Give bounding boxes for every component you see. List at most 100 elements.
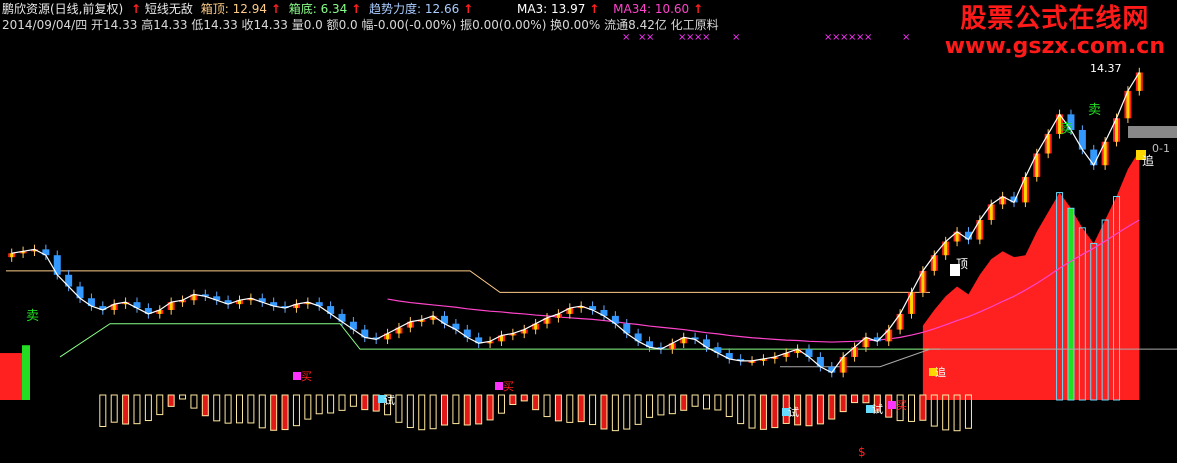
volume-bar bbox=[441, 394, 449, 426]
trend-bar bbox=[1067, 207, 1075, 401]
volume-bar bbox=[805, 394, 813, 427]
cross-marker: × bbox=[864, 32, 872, 43]
candle-highlight bbox=[10, 253, 14, 258]
right-gray-box bbox=[1128, 126, 1177, 138]
volume-bar bbox=[816, 394, 824, 425]
buy-marker bbox=[888, 401, 896, 409]
cross-marker: × bbox=[732, 32, 740, 43]
volume-bar bbox=[748, 394, 756, 429]
cross-marker: × bbox=[902, 32, 910, 43]
volume-bar bbox=[828, 394, 836, 420]
candle-highlight bbox=[1023, 176, 1027, 203]
buy-marker bbox=[495, 382, 503, 390]
volume-bar bbox=[406, 394, 414, 429]
volume-bar bbox=[418, 394, 426, 431]
try-signal-label: 试 bbox=[872, 403, 883, 416]
volume-bar bbox=[919, 394, 927, 421]
volume-bar bbox=[634, 394, 642, 425]
box-top-arrow-icon: ↑ bbox=[270, 2, 281, 16]
volume-bar bbox=[759, 394, 767, 430]
volume-bar bbox=[156, 394, 164, 416]
volume-bar bbox=[281, 394, 289, 431]
volume-bar bbox=[315, 394, 323, 415]
cross-marker: × bbox=[622, 32, 630, 43]
volume-bar bbox=[623, 394, 631, 430]
candle-highlight bbox=[1126, 90, 1130, 119]
volume-bar bbox=[292, 394, 300, 427]
volume-bar bbox=[99, 394, 107, 427]
trend-value: 12.66 bbox=[424, 2, 460, 16]
ma34-arrow-icon: ↑ bbox=[693, 2, 704, 16]
volume-bar bbox=[452, 394, 460, 425]
watermark-url: www.gszx.com.cn bbox=[944, 34, 1165, 59]
volume-bar bbox=[327, 394, 335, 414]
volume-bar bbox=[691, 394, 699, 407]
indicator-arrow-icon: ↑ bbox=[131, 2, 142, 16]
volume-bar bbox=[349, 394, 357, 407]
try-signal-label: 试 bbox=[384, 394, 395, 407]
ma34-label: MA34: bbox=[613, 2, 651, 16]
box-bottom-label: 箱底: bbox=[288, 2, 317, 16]
indicator-header: 鹏欣资源(日线,前复权) ↑ 短线无敌 箱顶: 12.94 ↑ 箱底: 6.34… bbox=[2, 2, 707, 16]
box-top-value: 12.94 bbox=[232, 2, 267, 16]
buy-marker bbox=[293, 372, 301, 380]
ma34-value: 10.60 bbox=[654, 2, 690, 16]
volume-bar bbox=[566, 394, 574, 423]
volume-bar bbox=[486, 394, 494, 421]
volume-bar bbox=[600, 394, 608, 430]
volume-bar bbox=[532, 394, 540, 411]
volume-bar bbox=[247, 394, 255, 424]
sell-signal-label: 卖 bbox=[1088, 103, 1101, 118]
volume-bar bbox=[862, 394, 870, 404]
volume-bar bbox=[133, 394, 141, 425]
ma3-value: 13.97 bbox=[551, 2, 586, 16]
right-axis-tick: 0-1 bbox=[1152, 142, 1170, 155]
volume-bar bbox=[122, 394, 130, 425]
stock-title: 鹏欣资源(日线,前复权) bbox=[2, 2, 124, 16]
volume-bar bbox=[235, 394, 243, 424]
cross-marker: × bbox=[702, 32, 710, 43]
candlestick-chart: × × × × × × × × × × × × × × ×卖卖卖买买买试试 试顶追追$ bbox=[0, 32, 1177, 459]
volume-bar bbox=[509, 394, 517, 406]
dollar-signal-label: $ bbox=[858, 445, 866, 459]
volume-bar bbox=[714, 394, 722, 411]
volume-bar bbox=[668, 394, 676, 415]
volume-bar bbox=[213, 394, 221, 422]
volume-bar bbox=[543, 394, 551, 418]
volume-bar bbox=[942, 394, 950, 431]
volume-bar bbox=[304, 394, 312, 420]
volume-bar bbox=[771, 394, 779, 429]
volume-bar bbox=[908, 394, 916, 422]
volume-bar bbox=[520, 394, 528, 402]
volume-bar bbox=[725, 394, 733, 418]
volume-bar bbox=[338, 394, 346, 411]
volume-bar bbox=[395, 394, 403, 423]
box-top-label: 箱顶: bbox=[200, 2, 229, 16]
top-signal-label: 顶 bbox=[956, 257, 968, 271]
volume-bar bbox=[737, 394, 745, 425]
volume-bar bbox=[554, 394, 562, 422]
watermark-title: 股票公式在线网 bbox=[960, 4, 1150, 34]
chase-signal-label: 追 bbox=[1142, 153, 1154, 168]
volume-bar bbox=[190, 394, 198, 409]
ma3-arrow-icon: ↑ bbox=[589, 2, 600, 16]
candle-body-down bbox=[53, 255, 61, 275]
sell-signal-label: 卖 bbox=[1060, 122, 1073, 137]
volume-bar bbox=[463, 394, 471, 426]
volume-bar bbox=[657, 394, 665, 416]
site-watermark: 股票公式在线网 www.gszx.com.cn bbox=[945, 4, 1165, 60]
volume-bar bbox=[953, 394, 961, 432]
left-block-green bbox=[22, 345, 30, 400]
volume-bar bbox=[577, 394, 585, 423]
volume-bar bbox=[475, 394, 483, 425]
volume-bar bbox=[110, 394, 118, 423]
volume-bar bbox=[702, 394, 710, 410]
trend-arrow-icon: ↑ bbox=[463, 2, 474, 16]
ma3-label: MA3: bbox=[516, 2, 548, 16]
volume-bar bbox=[497, 394, 505, 414]
buy-signal-label: 买 bbox=[503, 380, 514, 393]
volume-bar bbox=[361, 394, 369, 411]
volume-bar bbox=[680, 394, 688, 411]
volume-bar bbox=[258, 394, 266, 429]
volume-bar bbox=[224, 394, 232, 424]
